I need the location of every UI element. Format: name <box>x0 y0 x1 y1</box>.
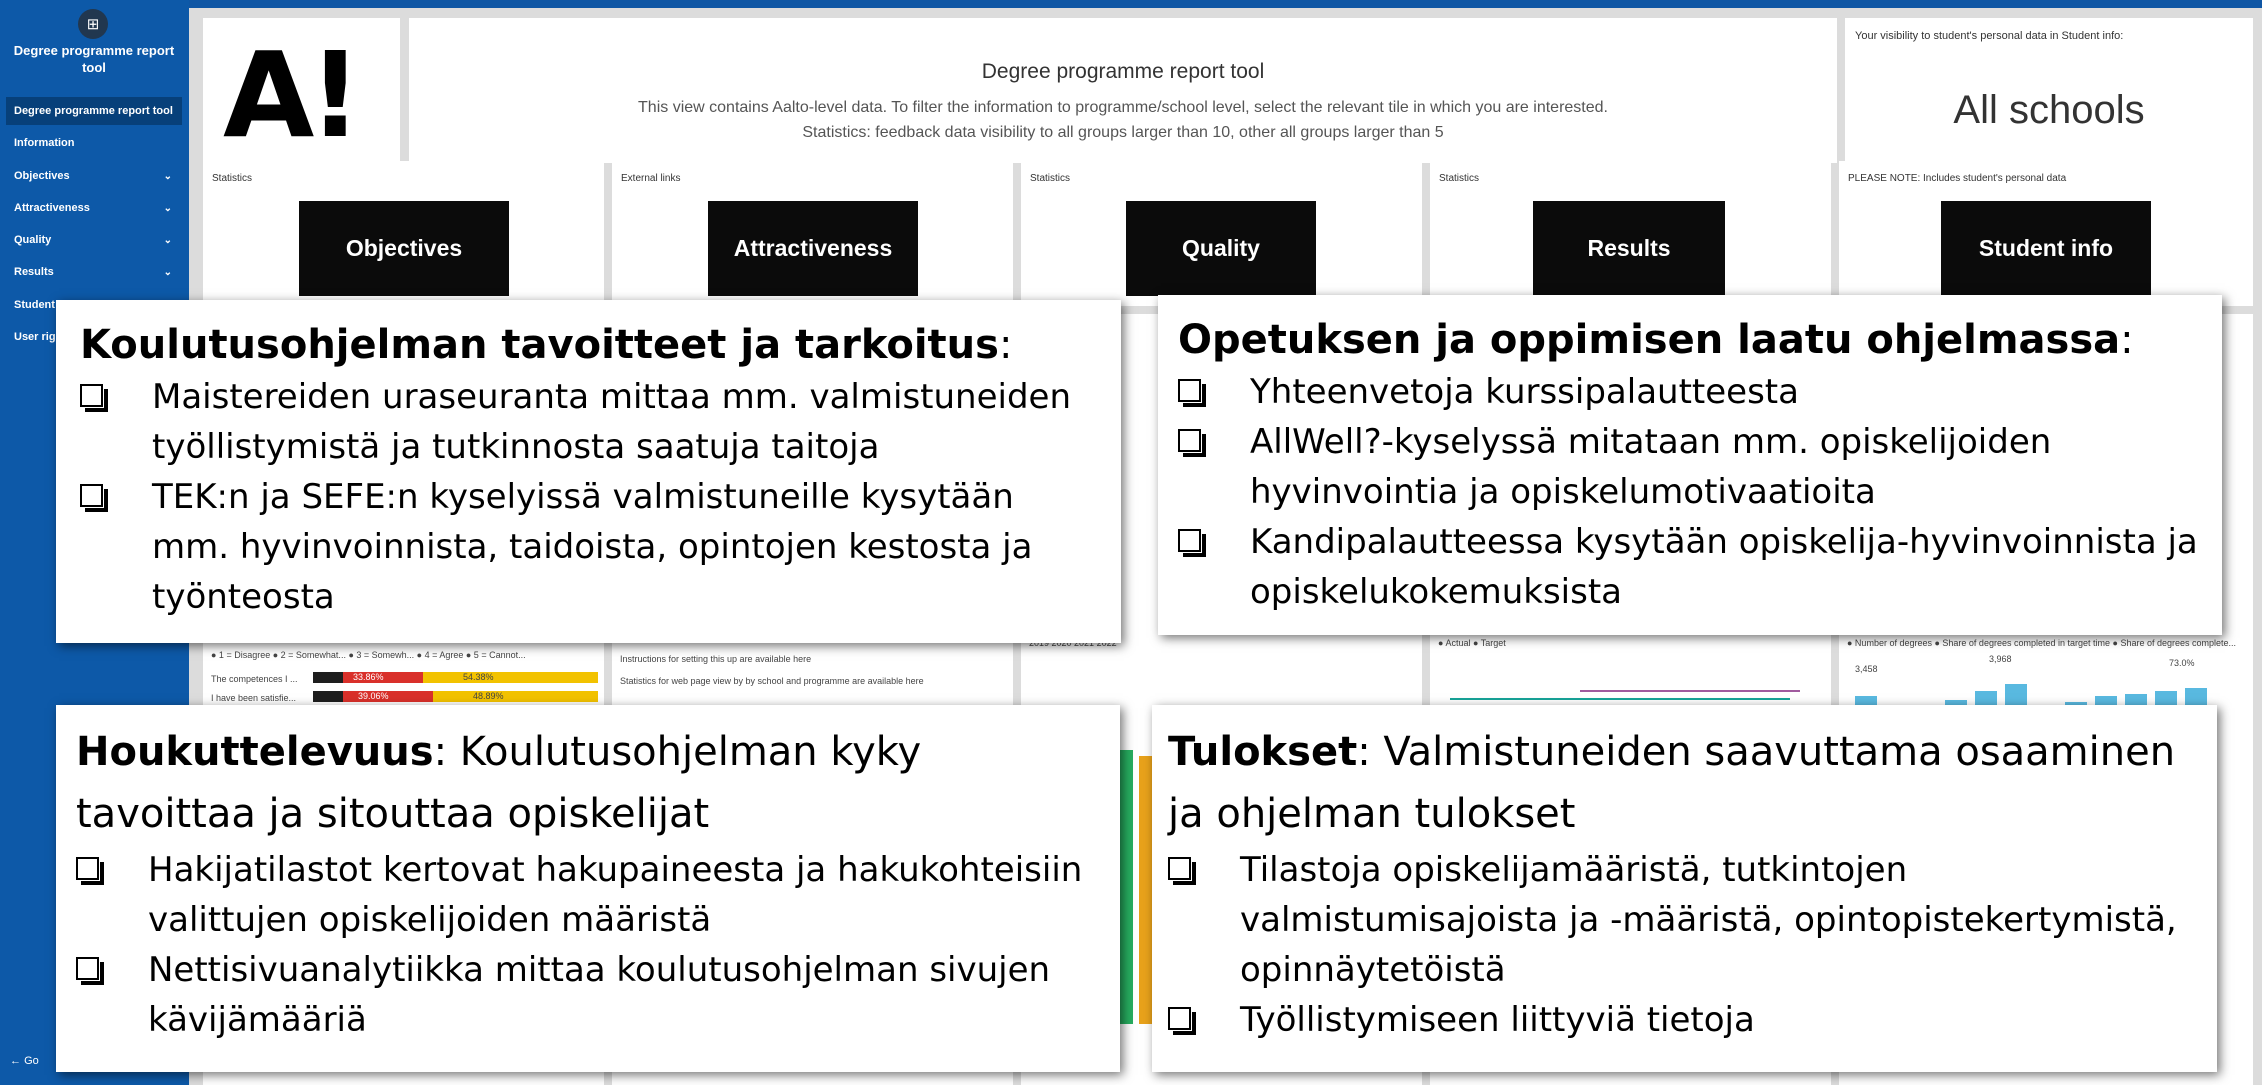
student-value: 3,458 <box>1855 664 1878 674</box>
checkbox-icon <box>80 484 108 512</box>
window-top-bar <box>0 0 2262 8</box>
header-tile: Degree programme report tool This view c… <box>409 18 1837 163</box>
visibility-caption: Your visibility to student's personal da… <box>1855 30 2124 42</box>
objectives-legend: ● 1 = Disagree ● 2 = Somewhat... ● 3 = S… <box>211 650 526 660</box>
sidebar-item-quality[interactable]: Quality ⌄ <box>6 226 182 254</box>
checkbox-icon <box>1178 429 1206 457</box>
chevron-down-icon: ⌄ <box>163 170 172 182</box>
arrow-left-icon: ← <box>10 1055 21 1067</box>
list-item: Tilastoja opiskelijamääristä, tutkintoje… <box>1168 845 2197 995</box>
student-value: 73.0% <box>2169 658 2195 668</box>
report-icon[interactable]: ⊞ <box>78 9 108 39</box>
sidebar-item-label: Student <box>14 299 55 311</box>
page-title: Degree programme report tool <box>981 60 1265 83</box>
objectives-bar-value: 39.06% <box>358 691 389 701</box>
results-button[interactable]: Results <box>1533 201 1725 296</box>
aalto-logo-tile: A! <box>203 18 400 163</box>
objectives-button[interactable]: Objectives <box>299 201 509 296</box>
objectives-row-label: I have been satisfie... <box>211 693 297 703</box>
attractiveness-info-box: Houkuttelevuus: Koulutusohjelman kyky ta… <box>56 705 1120 1072</box>
checkbox-icon <box>1168 857 1196 885</box>
sidebar-item-label: Results <box>14 266 54 278</box>
sidebar-item-label: Quality <box>14 234 52 246</box>
checkbox-icon <box>80 384 108 412</box>
instructions-link[interactable]: Instructions for setting this up are ava… <box>620 654 811 664</box>
sidebar-item-objectives[interactable]: Objectives ⌄ <box>6 162 182 190</box>
list-item: AllWell?-kyselyssä mitataan mm. opiskeli… <box>1178 417 2202 517</box>
quality-tile: Statistics Quality <box>1021 161 1422 306</box>
list-item: Maistereiden uraseuranta mittaa mm. valm… <box>80 372 1101 472</box>
tile-caption: External links <box>621 173 681 184</box>
objectives-bar-value: 54.38% <box>463 672 494 682</box>
objectives-info-heading: Koulutusohjelman tavoitteet ja tarkoitus… <box>80 322 1013 368</box>
checkbox-icon <box>1178 529 1206 557</box>
chevron-down-icon: ⌄ <box>163 202 172 214</box>
results-legend: ● Actual ● Target <box>1438 638 1506 648</box>
go-back-label: Go <box>24 1055 39 1067</box>
checkbox-icon <box>1168 1007 1196 1035</box>
attractiveness-button[interactable]: Attractiveness <box>708 201 918 296</box>
web-statistics-link[interactable]: Statistics for web page view by by schoo… <box>620 676 924 686</box>
quality-button[interactable]: Quality <box>1126 201 1316 296</box>
chevron-down-icon: ⌄ <box>163 266 172 278</box>
tile-caption: Statistics <box>1439 173 1480 184</box>
list-item: Yhteenvetoja kurssipalautteesta <box>1178 367 2202 417</box>
student-value: 3,968 <box>1989 654 2012 664</box>
sidebar-item-label: Attractiveness <box>14 202 90 214</box>
objectives-bar-value: 48.89% <box>473 691 504 701</box>
objectives-tile: Statistics Objectives <box>203 161 604 306</box>
student-legend: ● Number of degrees ● Share of degrees c… <box>1847 638 2237 648</box>
attractiveness-tile: External links Attractiveness <box>612 161 1013 306</box>
sidebar-item-results[interactable]: Results ⌄ <box>6 258 182 286</box>
tile-caption: Statistics <box>1030 173 1071 184</box>
chevron-down-icon: ⌄ <box>163 234 172 246</box>
quality-info-heading: Opetuksen ja oppimisen laatu ohjelmassa: <box>1178 317 2134 363</box>
quality-info-box: Opetuksen ja oppimisen laatu ohjelmassa:… <box>1158 295 2222 635</box>
objectives-bar: 39.06% 48.89% <box>313 691 598 702</box>
results-info-heading: Tulokset: Valmistuneiden saavuttama osaa… <box>1168 729 2176 837</box>
objectives-bar-value: 33.86% <box>353 672 384 682</box>
results-tile: Statistics Results <box>1430 161 1831 306</box>
objectives-row-label: The competences I ... <box>211 674 298 684</box>
tile-caption: Statistics <box>212 173 253 184</box>
checkbox-icon <box>1178 379 1206 407</box>
header-description: This view contains Aalto-level data. To … <box>638 99 1608 116</box>
objectives-bar: 33.86% 54.38% <box>313 672 598 683</box>
attractiveness-info-heading: Houkuttelevuus: Koulutusohjelman kyky ta… <box>76 729 922 837</box>
aalto-logo: A! <box>223 26 362 164</box>
go-back-button[interactable]: ← Go <box>10 1055 39 1067</box>
header-statistics-note: Statistics: feedback data visibility to … <box>802 124 1444 141</box>
sidebar-title: Degree programme report tool <box>13 43 175 75</box>
sidebar-item-label: Degree programme report tool <box>14 105 173 117</box>
checkbox-icon <box>76 857 104 885</box>
visibility-value: All schools <box>1953 88 2145 132</box>
objectives-info-box: Koulutusohjelman tavoitteet ja tarkoitus… <box>56 300 1121 643</box>
sidebar-item-information[interactable]: Information <box>6 129 182 157</box>
sidebar-item-attractiveness[interactable]: Attractiveness ⌄ <box>6 194 182 222</box>
list-item: Hakijatilastot kertovat hakupaineesta ja… <box>76 845 1100 945</box>
student-info-button[interactable]: Student info <box>1941 201 2151 296</box>
list-item: Työllistymiseen liittyviä tietoja <box>1168 995 2197 1045</box>
tile-caption: PLEASE NOTE: Includes student's personal… <box>1848 173 2067 184</box>
sidebar-item-report-tool[interactable]: Degree programme report tool <box>6 97 182 125</box>
visibility-tile: Your visibility to student's personal da… <box>1845 18 2253 163</box>
sidebar-item-label: Information <box>14 137 75 149</box>
student-info-tile: PLEASE NOTE: Includes student's personal… <box>1839 161 2253 306</box>
list-item: TEK:n ja SEFE:n kyselyissä valmistuneill… <box>80 472 1101 622</box>
list-item: Nettisivuanalytiikka mittaa koulutusohje… <box>76 945 1100 1045</box>
results-actual-line <box>1450 698 1790 700</box>
list-item: Kandipalautteessa kysytään opiskelija-hy… <box>1178 517 2202 617</box>
results-info-box: Tulokset: Valmistuneiden saavuttama osaa… <box>1152 705 2217 1072</box>
results-target-line <box>1580 690 1800 692</box>
sidebar-item-label: Objectives <box>14 170 70 182</box>
checkbox-icon <box>76 957 104 985</box>
